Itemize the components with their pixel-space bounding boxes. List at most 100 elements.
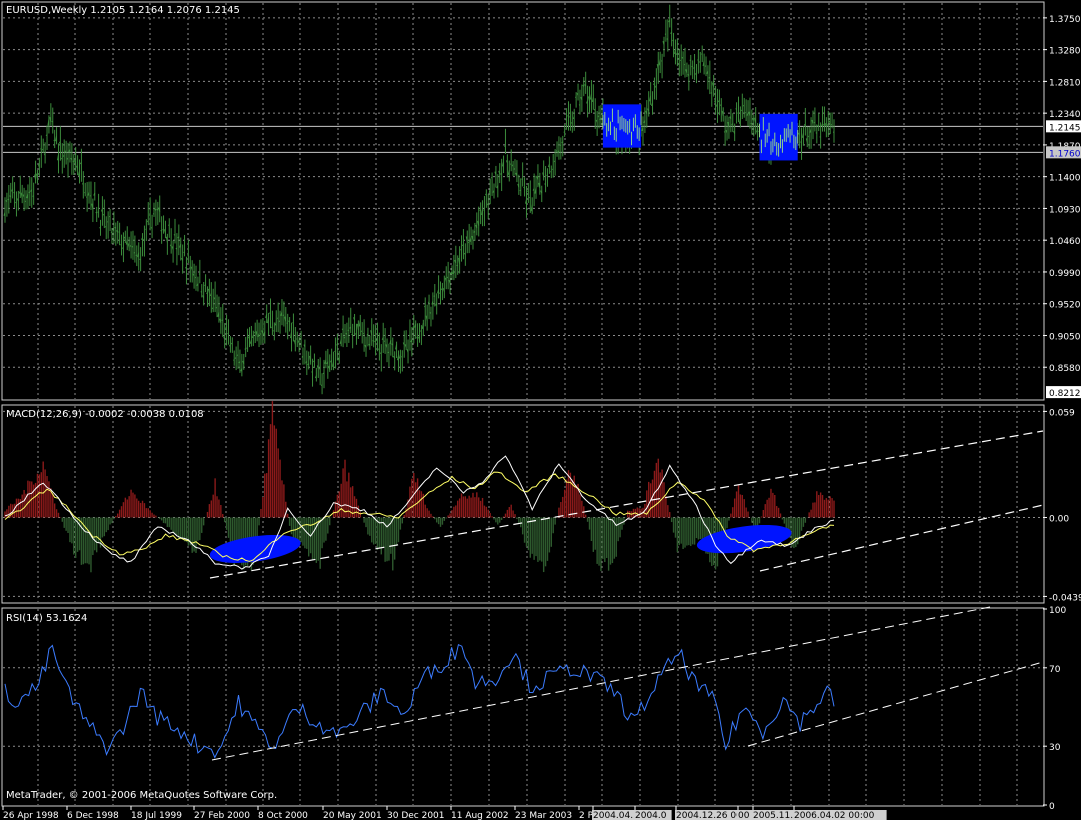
price-panel[interactable]: EURUSD,Weekly 1.2105 1.2164 1.2076 1.214…	[1, 1, 1081, 401]
time-tick-label: 2 P	[579, 811, 594, 820]
price-bar-tick	[412, 326, 415, 329]
price-bar-tick	[737, 112, 739, 114]
time-tick-label: 00	[738, 811, 750, 820]
price-bar-tick	[460, 248, 462, 251]
time-tick-label: 2004.0	[635, 811, 667, 820]
price-marker-label: 1.1760	[1049, 149, 1081, 159]
macd-tick-label: -0.0439	[1049, 593, 1081, 603]
price-bar-tick	[273, 330, 275, 332]
price-bar-tick	[311, 371, 313, 373]
price-bar-tick	[815, 132, 818, 134]
price-bar-tick	[678, 57, 680, 60]
price-bar-tick	[826, 124, 829, 126]
price-bar-tick	[120, 244, 122, 246]
price-bar-tick	[509, 163, 512, 165]
price-bar-tick	[204, 284, 206, 286]
price-bar-tick	[276, 317, 279, 319]
price-bar-tick	[387, 351, 390, 354]
price-bar-tick	[483, 209, 485, 211]
price-bar-tick	[244, 348, 246, 350]
copyright-label: MetaTrader, © 2001-2006 MetaQuotes Softw…	[6, 790, 277, 801]
time-tick-label: 8 Oct 2000	[258, 811, 308, 820]
time-tick-label: 27 Feb 2000	[194, 811, 250, 820]
price-bar-tick	[271, 326, 273, 329]
rsi-tick-label: 30	[1049, 743, 1061, 753]
price-bar-tick	[187, 254, 189, 256]
price-tick-label: 0.9520	[1049, 301, 1081, 311]
price-tick-label: 1.3750	[1049, 15, 1081, 25]
price-bar-tick	[7, 198, 10, 201]
rsi-panel[interactable]: RSI(14) 53.1624 MetaTrader, © 2001-2006 …	[1, 606, 1066, 812]
price-bar-tick	[45, 134, 48, 136]
chart-canvas[interactable]: EURUSD,Weekly 1.2105 1.2164 1.2076 1.214…	[0, 0, 1081, 820]
macd-tick-label: 0.00	[1049, 514, 1069, 524]
rsi-tick-label: 70	[1049, 665, 1061, 675]
macd-label: MACD(12,26,9) -0.0002 -0.0038 0.0108	[6, 409, 204, 420]
time-tick-label: 30 Dec 2001	[387, 811, 445, 820]
price-bar-tick	[374, 340, 376, 343]
time-tick-label: 6 Dec 1998	[67, 811, 119, 820]
price-bar-tick	[278, 320, 281, 323]
price-panel-frame	[1, 1, 1045, 401]
price-bar-tick	[236, 354, 239, 356]
price-tick-label: 1.3280	[1049, 47, 1081, 57]
price-bar-tick	[551, 168, 554, 171]
price-bar-tick	[160, 229, 162, 232]
price-bar-tick	[372, 340, 374, 342]
price-bar-tick	[28, 191, 31, 194]
rsi-tick-label: 0	[1049, 802, 1055, 812]
macd-panel-frame	[1, 404, 1045, 604]
price-marker-label: 1.2145	[1049, 123, 1081, 133]
macd-panel[interactable]: MACD(12,26,9) -0.0002 -0.0038 0.0108 0.0…	[1, 401, 1081, 604]
time-tick-label: 18 Jul 1999	[131, 811, 182, 820]
price-bar-tick	[807, 135, 810, 138]
price-bar-tick	[167, 224, 170, 226]
price-bar-tick	[485, 193, 487, 196]
price-bar-tick	[95, 211, 97, 214]
price-bar-tick	[740, 109, 743, 112]
price-bar-tick	[343, 336, 346, 339]
price-bar-tick	[704, 65, 707, 67]
price-marker-label: 0.8212	[1049, 389, 1081, 399]
price-bar-tick	[322, 372, 325, 375]
price-tick-label: 1.0930	[1049, 205, 1081, 215]
price-bar-tick	[408, 334, 411, 337]
time-tick-label: 2006.04.02 00:00	[794, 811, 875, 820]
price-axis: 1.37501.32801.28101.23401.18701.14001.09…	[1043, 15, 1081, 399]
price-bar-tick	[423, 305, 426, 308]
time-tick-label: 20 May 2001	[323, 811, 382, 820]
price-bar-tick	[519, 189, 521, 192]
price-bar-tick	[830, 123, 833, 126]
price-tick-label: 0.9050	[1049, 332, 1081, 342]
price-tick-label: 1.0460	[1049, 237, 1081, 247]
price-bar-tick	[99, 226, 101, 229]
price-bar-tick	[529, 196, 531, 199]
rsi-panel-frame	[1, 607, 1045, 807]
price-bar-tick	[561, 141, 564, 144]
price-bar-tick	[420, 330, 422, 332]
price-bar-tick	[97, 211, 99, 214]
price-bar-tick	[490, 176, 493, 179]
price-bar-tick	[710, 92, 713, 94]
macd-tick-label: 0.059	[1049, 408, 1075, 418]
macd-axis: 0.059 0.00 -0.0439	[1043, 408, 1081, 603]
price-bar-tick	[565, 119, 567, 121]
price-tick-label: 1.1400	[1049, 174, 1081, 184]
price-bar-tick	[813, 121, 816, 124]
time-tick-label: 2005.11.	[753, 811, 793, 820]
price-bar-tick	[188, 267, 191, 270]
rsi-label: RSI(14) 53.1624	[6, 613, 87, 624]
price-bar-tick	[666, 38, 669, 40]
time-axis: 26 Apr 1998 6 Dec 1998 18 Jul 1999 27 Feb 2…	[2, 806, 887, 820]
price-bar-tick	[362, 332, 365, 335]
price-bar-tick	[427, 301, 430, 303]
price-bar-tick	[689, 59, 691, 61]
price-bar-tick	[504, 145, 506, 147]
main-chart-label: EURUSD,Weekly 1.2105 1.2164 1.2076 1.214…	[6, 5, 240, 16]
price-bar-tick	[221, 319, 224, 322]
price-bar-tick	[569, 115, 571, 118]
price-bar-tick	[456, 264, 458, 267]
price-tick-label: 1.2810	[1049, 78, 1081, 88]
price-bar-tick	[467, 241, 470, 244]
price-bar-tick	[215, 306, 218, 309]
